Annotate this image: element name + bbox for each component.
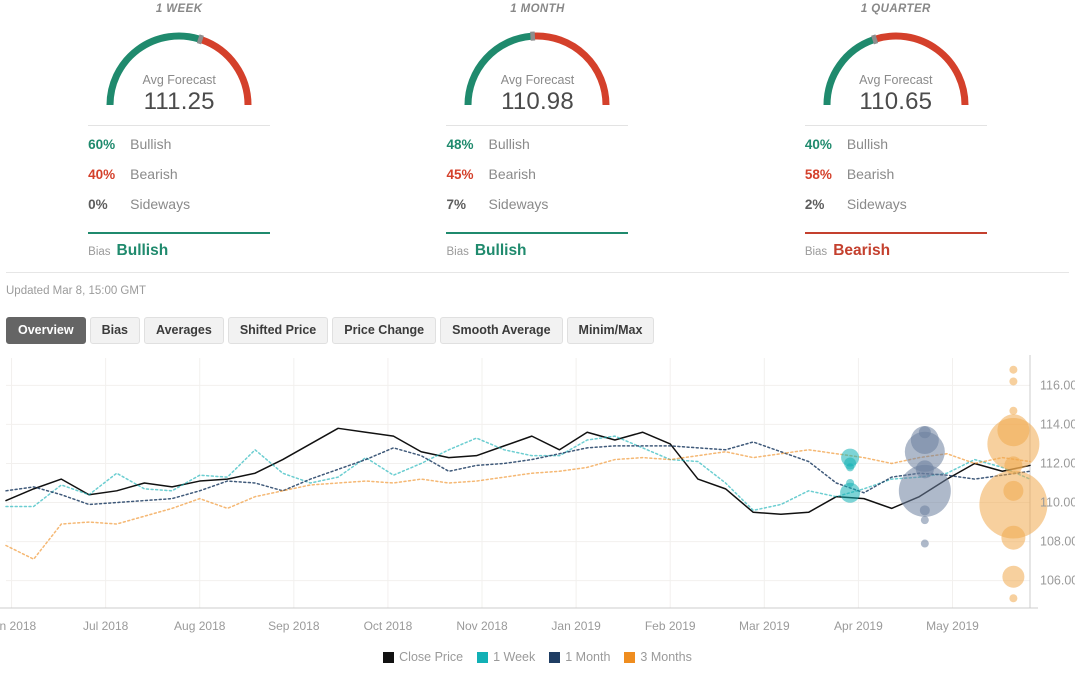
bias-row: Bias Bullish: [88, 242, 270, 260]
stat-label: Bullish: [130, 136, 171, 152]
legend-swatch-icon: [549, 652, 560, 663]
panel-1-week: 1 WEEK Avg Forecast 111.25 60% Bullish 4…: [0, 0, 358, 272]
updated-timestamp: Updated Mar 8, 15:00 GMT: [0, 273, 1075, 303]
stat-label: Sideways: [488, 196, 548, 212]
stat-row-sideways: 2% Sideways: [805, 196, 987, 226]
tab-overview[interactable]: Overview: [6, 317, 86, 344]
bias-underline: [88, 232, 270, 234]
bias-value: Bullish: [475, 242, 527, 260]
legend-label: 1 Month: [565, 650, 610, 664]
summary-panels: 1 WEEK Avg Forecast 111.25 60% Bullish 4…: [0, 0, 1075, 272]
gauge-1-week: Avg Forecast 111.25: [0, 21, 358, 111]
chart-legend: Close Price 1 Week 1 Month 3 Months: [0, 648, 1075, 666]
tab-price-change[interactable]: Price Change: [332, 317, 436, 344]
stat-percent: 7%: [446, 197, 488, 212]
stat-percent: 60%: [88, 137, 130, 152]
gauge-arc: [89, 21, 269, 113]
stat-percent: 45%: [446, 167, 488, 182]
legend-label: 3 Months: [640, 650, 691, 664]
gauge-arc: [447, 21, 627, 113]
tab-smooth-average[interactable]: Smooth Average: [440, 317, 562, 344]
svg-text:Jun 2018: Jun 2018: [0, 619, 37, 633]
svg-text:Aug 2018: Aug 2018: [174, 619, 226, 633]
svg-text:Oct 2018: Oct 2018: [364, 619, 413, 633]
panel-1-quarter: 1 QUARTER Avg Forecast 110.65 40% Bullis…: [717, 0, 1075, 272]
svg-text:108.00: 108.00: [1040, 535, 1075, 549]
bias-key: Bias: [88, 246, 110, 258]
stats-list: 60% Bullish 40% Bearish 0% Sideways: [88, 125, 270, 226]
grid-lines: [0, 355, 1038, 608]
chart-canvas: 116.00 114.00 112.00 110.00 108.00 106.00 Jun …: [0, 353, 1075, 648]
stat-label: Sideways: [847, 196, 907, 212]
svg-text:112.00: 112.00: [1040, 456, 1075, 470]
bias-key: Bias: [446, 246, 468, 258]
stat-label: Bullish: [488, 136, 529, 152]
svg-text:Sep 2018: Sep 2018: [268, 619, 320, 633]
bias-value: Bearish: [833, 242, 890, 260]
stat-percent: 48%: [446, 137, 488, 152]
legend-item-3-months[interactable]: 3 Months: [624, 650, 691, 664]
svg-text:110.00: 110.00: [1040, 496, 1075, 510]
stat-row-sideways: 0% Sideways: [88, 196, 270, 226]
stat-label: Bearish: [130, 166, 177, 182]
stat-row-bearish: 45% Bearish: [446, 166, 628, 196]
svg-text:116.00: 116.00: [1040, 378, 1075, 392]
svg-text:106.00: 106.00: [1040, 574, 1075, 588]
legend-item-close-price[interactable]: Close Price: [383, 650, 463, 664]
legend-swatch-icon: [624, 652, 635, 663]
svg-text:May 2019: May 2019: [926, 619, 979, 633]
gauge-1-quarter: Avg Forecast 110.65: [717, 21, 1075, 111]
svg-text:Nov 2018: Nov 2018: [456, 619, 508, 633]
bias-underline: [805, 232, 987, 234]
stat-row-sideways: 7% Sideways: [446, 196, 628, 226]
legend-label: Close Price: [399, 650, 463, 664]
legend-swatch-icon: [477, 652, 488, 663]
bias-row: Bias Bearish: [805, 242, 987, 260]
tab-shifted-price[interactable]: Shifted Price: [228, 317, 328, 344]
bias-row: Bias Bullish: [446, 242, 628, 260]
gauge-arc: [806, 21, 986, 113]
stats-list: 40% Bullish 58% Bearish 2% Sideways: [805, 125, 987, 226]
stat-percent: 2%: [805, 197, 847, 212]
stat-percent: 0%: [88, 197, 130, 212]
legend-swatch-icon: [383, 652, 394, 663]
svg-text:Feb 2019: Feb 2019: [645, 619, 696, 633]
stat-percent: 58%: [805, 167, 847, 182]
tab-minim-max[interactable]: Minim/Max: [567, 317, 655, 344]
stat-label: Sideways: [130, 196, 190, 212]
legend-item-1-month[interactable]: 1 Month: [549, 650, 610, 664]
tab-bias[interactable]: Bias: [90, 317, 140, 344]
svg-text:Jan 2019: Jan 2019: [551, 619, 601, 633]
gauge-1-month: Avg Forecast 110.98: [358, 21, 716, 111]
stat-percent: 40%: [805, 137, 847, 152]
panel-title: 1 MONTH: [358, 0, 716, 15]
bias-key: Bias: [805, 246, 827, 258]
stat-label: Bearish: [847, 166, 894, 182]
stat-row-bullish: 40% Bullish: [805, 136, 987, 166]
stats-list: 48% Bullish 45% Bearish 7% Sideways: [446, 125, 628, 226]
stat-row-bullish: 60% Bullish: [88, 136, 270, 166]
panel-title: 1 WEEK: [0, 0, 358, 15]
forecast-bubbles: [840, 366, 1047, 603]
stat-row-bullish: 48% Bullish: [446, 136, 628, 166]
panel-title: 1 QUARTER: [717, 0, 1075, 15]
legend-label: 1 Week: [493, 650, 535, 664]
svg-text:Apr 2019: Apr 2019: [834, 619, 883, 633]
svg-text:Jul 2018: Jul 2018: [83, 619, 129, 633]
bias-underline: [446, 232, 628, 234]
stat-label: Bullish: [847, 136, 888, 152]
forecast-chart: 116.00 114.00 112.00 110.00 108.00 106.00 Jun …: [0, 353, 1075, 666]
stat-label: Bearish: [488, 166, 535, 182]
stat-percent: 40%: [88, 167, 130, 182]
svg-text:114.00: 114.00: [1040, 417, 1075, 431]
stat-row-bearish: 40% Bearish: [88, 166, 270, 196]
svg-text:Mar 2019: Mar 2019: [739, 619, 790, 633]
tab-averages[interactable]: Averages: [144, 317, 224, 344]
panel-1-month: 1 MONTH Avg Forecast 110.98 48% Bullish …: [358, 0, 716, 272]
stat-row-bearish: 58% Bearish: [805, 166, 987, 196]
chart-tabs: OverviewBiasAveragesShifted PricePrice C…: [0, 303, 1075, 344]
legend-item-1-week[interactable]: 1 Week: [477, 650, 535, 664]
bias-value: Bullish: [117, 242, 169, 260]
series-lines: [6, 428, 1030, 559]
